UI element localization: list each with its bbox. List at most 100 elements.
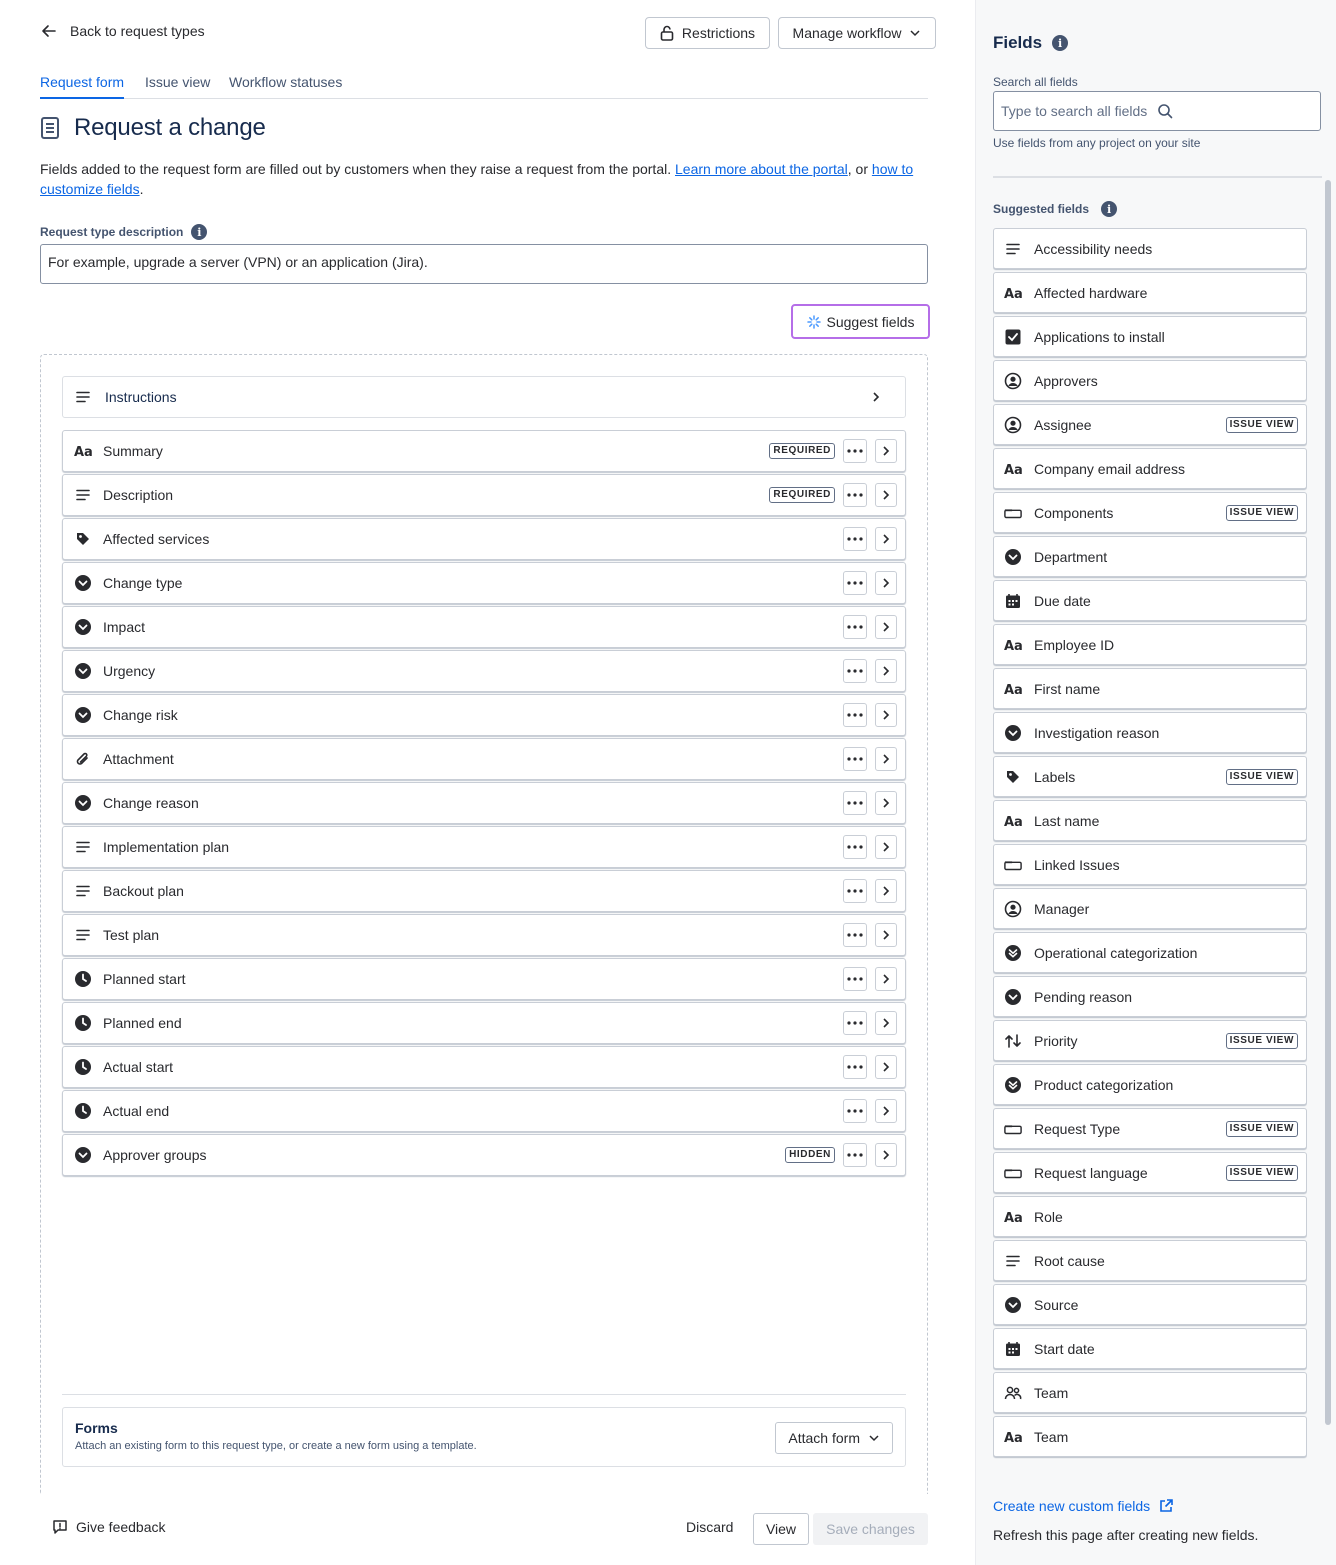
more-actions-button[interactable]: [843, 1143, 867, 1167]
suggested-field-row[interactable]: Department: [993, 536, 1307, 577]
suggested-field-row[interactable]: Due date: [993, 580, 1307, 621]
view-button[interactable]: View: [753, 1513, 809, 1545]
suggested-field-row[interactable]: Manager: [993, 888, 1307, 929]
form-field-row[interactable]: Affected services: [62, 518, 906, 560]
more-actions-button[interactable]: [843, 483, 867, 507]
info-icon[interactable]: i: [1101, 201, 1118, 217]
discard-button[interactable]: Discard: [686, 1519, 733, 1535]
form-field-row[interactable]: Backout plan: [62, 870, 906, 912]
more-actions-button[interactable]: [843, 835, 867, 859]
suggested-field-row[interactable]: Assignee ISSUE VIEW: [993, 404, 1307, 445]
field-details-button[interactable]: [875, 1099, 897, 1123]
instructions-row[interactable]: Instructions: [62, 376, 906, 418]
suggested-field-row[interactable]: Request language ISSUE VIEW: [993, 1152, 1307, 1193]
more-actions-button[interactable]: [843, 439, 867, 463]
suggested-field-row[interactable]: Product categorization: [993, 1064, 1307, 1105]
suggested-field-row[interactable]: Aa Employee ID: [993, 624, 1307, 665]
suggested-field-row[interactable]: Aa First name: [993, 668, 1307, 709]
suggested-field-row[interactable]: Components ISSUE VIEW: [993, 492, 1307, 533]
more-actions-button[interactable]: [843, 923, 867, 947]
suggested-field-row[interactable]: Applications to install: [993, 316, 1307, 357]
form-field-row[interactable]: Planned start: [62, 958, 906, 1000]
field-details-button[interactable]: [875, 835, 897, 859]
description-input[interactable]: For example, upgrade a server (VPN) or a…: [40, 244, 928, 284]
suggested-field-row[interactable]: Source: [993, 1284, 1307, 1325]
suggested-field-row[interactable]: Start date: [993, 1328, 1307, 1369]
form-field-row[interactable]: Impact: [62, 606, 906, 648]
field-details-button[interactable]: [875, 1143, 897, 1167]
more-actions-button[interactable]: [843, 747, 867, 771]
give-feedback-button[interactable]: Give feedback: [52, 1519, 166, 1535]
suggested-field-row[interactable]: Aa Company email address: [993, 448, 1307, 489]
suggested-field-row[interactable]: Linked Issues: [993, 844, 1307, 885]
field-details-button[interactable]: [875, 791, 897, 815]
suggested-field-row[interactable]: Aa Role: [993, 1196, 1307, 1237]
manage-workflow-button[interactable]: Manage workflow: [778, 17, 936, 49]
back-link[interactable]: Back to request types: [40, 22, 205, 40]
suggested-field-row[interactable]: Team: [993, 1372, 1307, 1413]
form-field-row[interactable]: Implementation plan: [62, 826, 906, 868]
more-actions-button[interactable]: [843, 967, 867, 991]
sidebar-scrollbar[interactable]: [1325, 180, 1331, 1425]
form-field-row[interactable]: Aa Summary REQUIRED: [62, 430, 906, 472]
suggested-field-row[interactable]: Aa Team: [993, 1416, 1307, 1457]
suggested-field-row[interactable]: Request Type ISSUE VIEW: [993, 1108, 1307, 1149]
form-field-row[interactable]: Actual start: [62, 1046, 906, 1088]
search-input[interactable]: Type to search all fields: [993, 91, 1321, 131]
field-details-button[interactable]: [875, 483, 897, 507]
tab-issue-view[interactable]: Issue view: [145, 74, 210, 99]
suggest-fields-button[interactable]: Suggest fields: [791, 304, 930, 339]
field-details-button[interactable]: [875, 439, 897, 463]
form-field-row[interactable]: Description REQUIRED: [62, 474, 906, 516]
form-field-row[interactable]: Actual end: [62, 1090, 906, 1132]
more-actions-button[interactable]: [843, 659, 867, 683]
more-actions-button[interactable]: [843, 571, 867, 595]
suggested-field-row[interactable]: Labels ISSUE VIEW: [993, 756, 1307, 797]
form-field-row[interactable]: Test plan: [62, 914, 906, 956]
more-actions-button[interactable]: [843, 615, 867, 639]
field-details-button[interactable]: [875, 659, 897, 683]
tab-workflow-statuses[interactable]: Workflow statuses: [229, 74, 342, 99]
form-field-row[interactable]: Attachment: [62, 738, 906, 780]
form-field-row[interactable]: Urgency: [62, 650, 906, 692]
more-actions-button[interactable]: [843, 1055, 867, 1079]
field-details-button[interactable]: [875, 615, 897, 639]
suggested-field-row[interactable]: Root cause: [993, 1240, 1307, 1281]
more-actions-button[interactable]: [843, 791, 867, 815]
suggested-field-row[interactable]: Pending reason: [993, 976, 1307, 1017]
field-details-button[interactable]: [875, 571, 897, 595]
field-details-button[interactable]: [875, 527, 897, 551]
more-actions-button[interactable]: [843, 1011, 867, 1035]
form-field-row[interactable]: Approver groups HIDDEN: [62, 1134, 906, 1176]
create-custom-fields-link[interactable]: Create new custom fields: [993, 1498, 1174, 1514]
suggested-field-row[interactable]: Approvers: [993, 360, 1307, 401]
suggested-field-row[interactable]: Operational categorization: [993, 932, 1307, 973]
suggested-field-row[interactable]: Priority ISSUE VIEW: [993, 1020, 1307, 1061]
suggested-field-row[interactable]: Aa Affected hardware: [993, 272, 1307, 313]
more-actions-button[interactable]: [843, 703, 867, 727]
field-details-button[interactable]: [875, 879, 897, 903]
form-field-row[interactable]: Change risk: [62, 694, 906, 736]
more-actions-button[interactable]: [843, 527, 867, 551]
learn-portal-link[interactable]: Learn more about the portal: [675, 161, 848, 177]
field-details-button[interactable]: [875, 703, 897, 727]
more-actions-button[interactable]: [843, 1099, 867, 1123]
field-details-button[interactable]: [875, 1055, 897, 1079]
field-details-button[interactable]: [875, 747, 897, 771]
field-details-button[interactable]: [875, 923, 897, 947]
suggested-field-row[interactable]: Accessibility needs: [993, 228, 1307, 269]
suggested-field-row[interactable]: Aa Last name: [993, 800, 1307, 841]
info-icon[interactable]: i: [1052, 35, 1069, 51]
save-changes-button[interactable]: Save changes: [813, 1513, 928, 1545]
info-icon[interactable]: i: [191, 224, 208, 240]
attach-form-button[interactable]: Attach form: [775, 1422, 893, 1454]
restrictions-button[interactable]: Restrictions: [645, 17, 770, 49]
suggested-field-row[interactable]: Investigation reason: [993, 712, 1307, 753]
form-field-row[interactable]: Change reason: [62, 782, 906, 824]
field-details-button[interactable]: [875, 967, 897, 991]
form-field-row[interactable]: Change type: [62, 562, 906, 604]
more-actions-button[interactable]: [843, 879, 867, 903]
tab-request-form[interactable]: Request form: [40, 74, 125, 99]
field-details-button[interactable]: [875, 1011, 897, 1035]
form-field-row[interactable]: Planned end: [62, 1002, 906, 1044]
